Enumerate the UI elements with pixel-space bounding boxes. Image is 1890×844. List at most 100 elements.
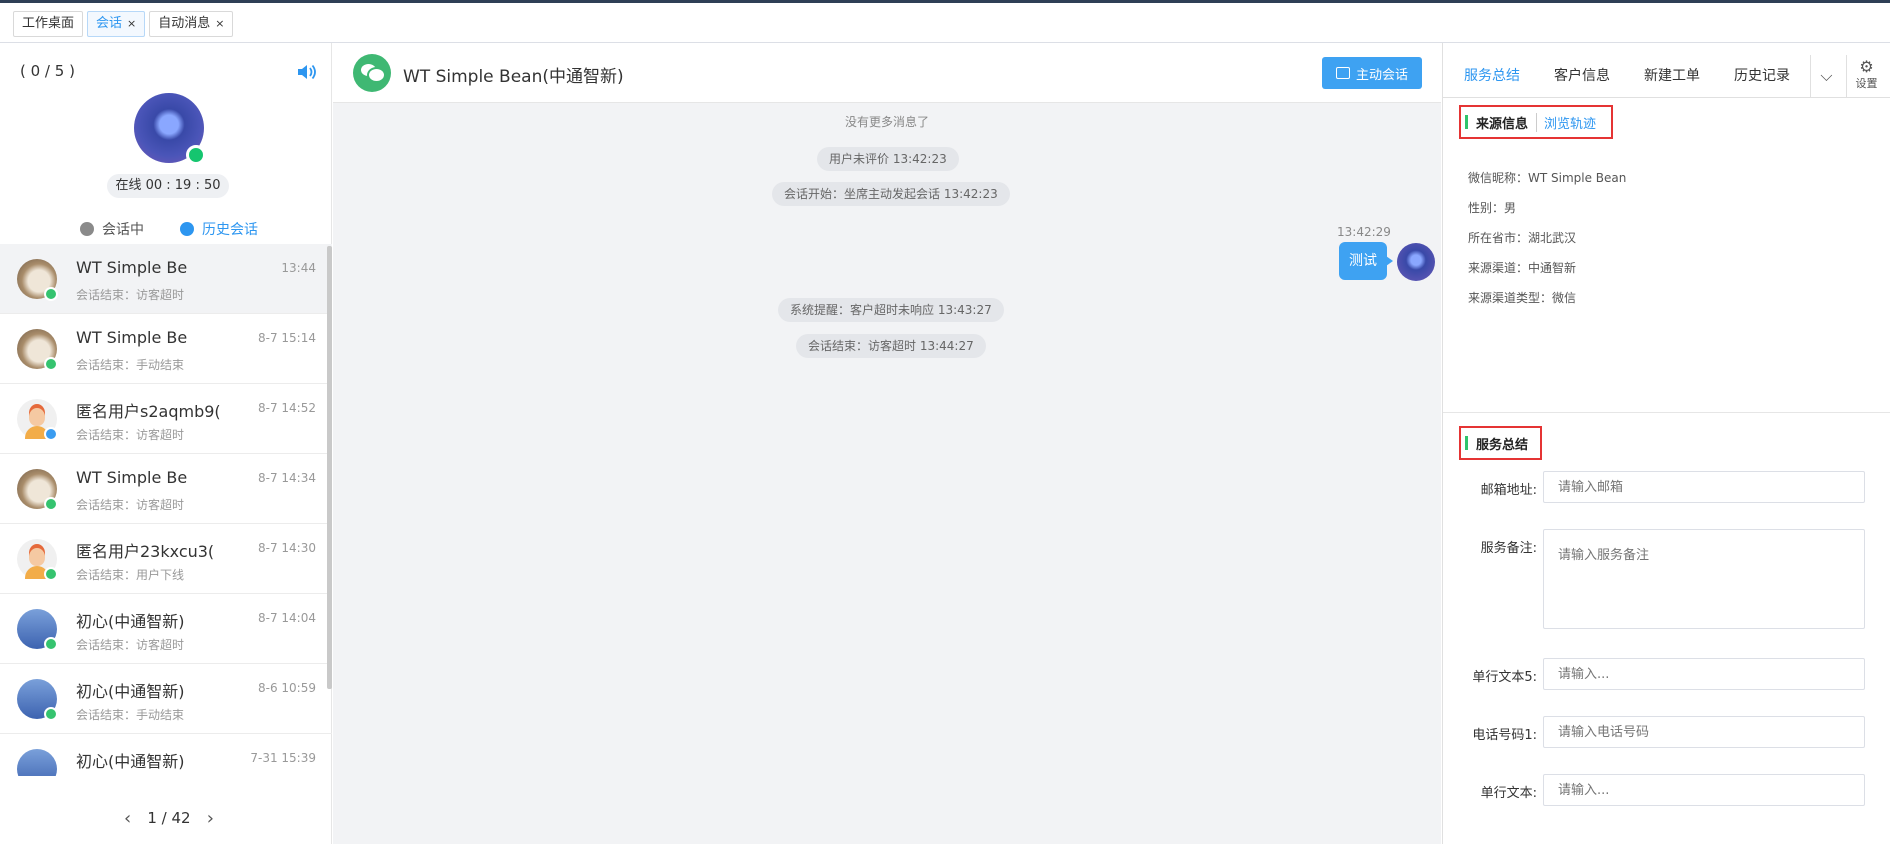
service-summary-header: 服务总结 [1459,426,1542,460]
wechat-badge-icon [44,707,58,721]
chevron-down-icon[interactable]: ⌵ [1810,55,1842,97]
system-message: 会话开始：坐席主动发起会话 13:42:23 [772,182,1010,206]
list-scrollbar[interactable] [327,246,332,689]
session-tabs: 会话中 历史会话 [0,214,332,248]
list-item[interactable]: 匿名用户s2aqmb9( 8-7 14:52 会话结束：访客超时 [0,384,332,454]
tab-label: 历史会话 [202,222,258,238]
tab-conversation[interactable]: 会话 × [87,11,146,37]
list-item[interactable]: 初心(中通智新) 8-6 10:59 会话结束：手动结束 [0,664,332,734]
session-status: 会话结束：用户下线 [76,568,185,582]
section-bar [1465,115,1468,129]
session-name: 匿名用户23kxcu3( [76,542,215,561]
session-name: WT Simple Be [76,328,188,347]
gear-icon: ⚙ [1859,57,1874,76]
text5-label: 单行文本5: [1472,670,1537,685]
tab-auto-message[interactable]: 自动消息 × [149,11,234,37]
session-status: 会话结束：访客超时 [76,428,185,442]
session-status: 会话结束：手动结束 [76,358,185,372]
pagination: ‹ 1 / 42 › [124,806,214,830]
session-sidebar: ( 0 / 5 ) 在线 00 : 19 : 50 会话中 历史会话 WT Si… [0,43,332,844]
tab-history[interactable]: 历史记录 [1734,65,1790,85]
wechat-nickname: 微信昵称：WT Simple Bean [1468,171,1627,185]
web-badge-icon [44,427,58,441]
wechat-badge-icon [44,497,58,511]
browse-trail-link[interactable]: 浏览轨迹 [1536,112,1596,132]
tab-in-session[interactable]: 会话中 [80,214,144,244]
tab-workbench[interactable]: 工作桌面 [13,11,84,37]
session-status: 会话结束：访客超时 [76,638,185,652]
online-status-icon [186,145,206,165]
button-label: 主动会话 [1355,67,1408,83]
chat-panel: WT Simple Bean(中通智新) 主动会话 没有更多消息了 用户未评价 … [333,43,1441,844]
source-info-header: 来源信息 浏览轨迹 [1459,105,1613,139]
phone-field[interactable] [1543,716,1865,748]
session-count: ( 0 / 5 ) [20,62,75,80]
agent-avatar[interactable] [134,93,206,165]
tab-customer-info[interactable]: 客户信息 [1554,65,1610,85]
session-time: 8-7 14:34 [258,471,316,485]
chat-title: WT Simple Bean(中通智新) [403,67,624,87]
phone-label: 电话号码1: [1472,728,1537,743]
session-name: WT Simple Be [76,258,188,277]
session-name: 初心(中通智新) [76,752,185,771]
section-title: 来源信息 [1476,116,1529,132]
tab-new-ticket[interactable]: 新建工单 [1644,65,1700,85]
session-list: WT Simple Be 13:44 会话结束：访客超时 WT Simple B… [0,244,332,776]
wechat-badge-icon [44,637,58,651]
active-session-button[interactable]: 主动会话 [1322,57,1422,89]
list-item[interactable]: WT Simple Be 8-7 14:34 会话结束：访客超时 [0,454,332,524]
chevron-right-icon[interactable]: › [207,808,214,829]
text-field[interactable] [1543,774,1865,806]
text5-field[interactable] [1543,658,1865,690]
tab-service-summary[interactable]: 服务总结 [1452,65,1532,100]
session-time: 8-7 14:04 [258,611,316,625]
page-indicator: 1 / 42 [147,809,191,827]
system-message: 会话结束：访客超时 13:44:27 [796,334,986,358]
chevron-left-icon[interactable]: ‹ [124,808,131,829]
list-item[interactable]: 初心(中通智新) 8-7 14:04 会话结束：访客超时 [0,594,332,664]
session-time: 13:44 [281,261,316,275]
email-label: 邮箱地址: [1480,483,1537,498]
info-tabs: 服务总结 客户信息 新建工单 历史记录 ⌵ ⚙ 设置 [1443,43,1890,100]
wechat-badge-icon [44,357,58,371]
source-channel: 来源渠道：中通智新 [1468,261,1577,275]
session-time: 8-7 14:52 [258,401,316,415]
tab-label: 工作桌面 [22,16,75,31]
session-name: WT Simple Be [76,468,188,487]
clock-icon [180,222,194,236]
close-icon[interactable]: × [127,12,136,36]
session-time: 8-7 15:14 [258,331,316,345]
service-note-field[interactable] [1543,529,1865,629]
section-title: 服务总结 [1476,437,1529,453]
list-item[interactable]: 匿名用户23kxcu3( 8-7 14:30 会话结束：用户下线 [0,524,332,594]
session-status: 会话结束：访客超时 [76,288,185,302]
system-message: 用户未评价 13:42:23 [817,147,959,171]
speaker-icon[interactable] [296,63,318,81]
list-item[interactable]: WT Simple Be 8-7 15:14 会话结束：手动结束 [0,314,332,384]
settings-button[interactable]: ⚙ 设置 [1846,55,1886,97]
note-label: 服务备注: [1480,541,1537,556]
no-more-messages: 没有更多消息了 [845,115,930,129]
message-icon [1335,67,1350,79]
session-time: 8-6 10:59 [258,681,316,695]
chat-header: WT Simple Bean(中通智新) 主动会话 [333,43,1441,103]
text-label: 单行文本: [1480,786,1537,801]
list-item[interactable]: 初心(中通智新) 7-31 15:39 [0,734,332,776]
chat-bubble-icon [80,222,94,236]
tab-label: 会话 [96,16,123,31]
email-field[interactable] [1543,471,1865,503]
top-tab-bar: 工作桌面 会话 × 自动消息 × [0,0,1890,43]
online-duration: 在线 00 : 19 : 50 [107,174,229,198]
section-bar [1465,436,1468,450]
system-message: 系统提醒：客户超时未响应 13:43:27 [778,298,1004,322]
wechat-badge-icon [44,287,58,301]
gender: 性别：男 [1468,201,1517,215]
location: 所在省市：湖北武汉 [1468,231,1577,245]
session-name: 初心(中通智新) [76,682,185,701]
list-item[interactable]: WT Simple Be 13:44 会话结束：访客超时 [0,244,332,314]
tab-history-session[interactable]: 历史会话 [178,214,260,248]
info-panel: 服务总结 客户信息 新建工单 历史记录 ⌵ ⚙ 设置 来源信息 浏览轨迹 微信昵… [1442,43,1890,844]
tab-label: 会话中 [102,222,144,238]
message-bubble: 测试 [1339,242,1393,280]
close-icon[interactable]: × [215,12,224,36]
